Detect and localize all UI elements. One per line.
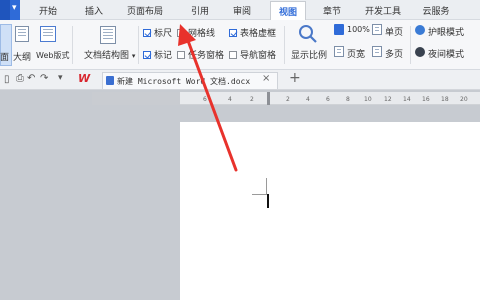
new-tab-plus-icon[interactable]: + xyxy=(289,70,301,86)
close-icon[interactable]: × xyxy=(262,73,270,84)
web-layout-icon xyxy=(40,26,56,42)
ruler-number: 16 xyxy=(422,96,430,103)
ribbon-divider xyxy=(138,26,139,64)
tab-developer[interactable]: 开发工具 xyxy=(362,4,404,18)
zoom-button[interactable]: 显示比例 xyxy=(291,48,327,61)
outline-icon xyxy=(15,26,29,42)
ribbon-divider xyxy=(284,26,285,64)
ruler-number: 18 xyxy=(441,96,449,103)
annotation-arrow xyxy=(178,24,238,172)
tab-insert[interactable]: 插入 xyxy=(82,4,106,18)
app-logo xyxy=(0,0,10,20)
document-map-button[interactable]: 文档结构图 ▾ xyxy=(84,48,135,61)
page-width-icon xyxy=(334,46,344,57)
page-width-button[interactable]: 页宽 xyxy=(347,47,365,60)
multi-page-button[interactable]: 多页 xyxy=(385,47,403,60)
tab-cloud[interactable]: 云服务 xyxy=(418,4,454,18)
multi-page-icon xyxy=(372,46,382,57)
ruler-number: 8 xyxy=(346,96,350,103)
margin-corner-mark xyxy=(266,178,267,194)
outline-button[interactable]: 大纲 xyxy=(13,50,31,63)
view-mode-label-page: 面 xyxy=(0,53,10,63)
ribbon-divider xyxy=(72,26,73,64)
tab-section[interactable]: 章节 xyxy=(320,4,344,18)
night-mode-icon xyxy=(415,47,425,57)
menu-bar: ▾ 开始 插入 页面布局 引用 审阅 视图 章节 开发工具 云服务 xyxy=(0,0,480,20)
eye-mode-button[interactable]: 护眼模式 xyxy=(428,25,464,38)
ruler-number: 10 xyxy=(364,96,372,103)
tab-review[interactable]: 审阅 xyxy=(230,4,254,18)
wps-logo-icon: W xyxy=(78,72,91,85)
undo-icon[interactable]: ↶ xyxy=(27,73,35,84)
checkbox-checked xyxy=(143,29,151,37)
tab-view[interactable]: 视图 xyxy=(270,1,306,20)
ruler-number: 20 xyxy=(460,96,468,103)
redo-icon[interactable]: ↷ xyxy=(40,73,48,84)
tab-page-layout[interactable]: 页面布局 xyxy=(124,4,166,18)
new-document-icon[interactable]: ▯ xyxy=(4,74,10,85)
word-doc-icon xyxy=(106,76,114,85)
chevron-down-icon[interactable]: ▾ xyxy=(58,73,63,83)
ruler-number: 2 xyxy=(286,96,290,103)
checkbox-checked xyxy=(143,51,151,59)
margin-corner-mark xyxy=(252,194,267,195)
chevron-down-icon: ▾ xyxy=(131,52,136,60)
ruler-number: 2 xyxy=(250,96,254,103)
ruler-checkbox[interactable]: 标尺 xyxy=(143,26,172,39)
ribbon-divider xyxy=(410,26,411,64)
marks-checkbox[interactable]: 标记 xyxy=(143,48,172,61)
zoom-100-button[interactable]: 100% xyxy=(347,25,370,34)
web-layout-button[interactable]: Web版式 xyxy=(36,50,69,61)
tab-references[interactable]: 引用 xyxy=(188,4,212,18)
ruler-number: 14 xyxy=(403,96,411,103)
night-mode-button[interactable]: 夜间模式 xyxy=(428,47,464,60)
print-icon[interactable]: ⎙ xyxy=(16,73,24,84)
document-map-icon xyxy=(100,26,116,44)
indent-marker[interactable] xyxy=(267,92,270,105)
single-page-button[interactable]: 单页 xyxy=(385,25,403,38)
ruler-number: 6 xyxy=(326,96,330,103)
ruler-number: 12 xyxy=(384,96,392,103)
tab-home[interactable]: 开始 xyxy=(36,4,60,18)
ruler-number: 4 xyxy=(306,96,310,103)
zoom-100-icon xyxy=(334,24,344,35)
magnifier-icon xyxy=(299,25,317,43)
single-page-icon xyxy=(372,24,382,35)
ruler-margin-left xyxy=(92,92,180,105)
eye-mode-icon xyxy=(415,25,425,35)
chevron-down-icon: ▾ xyxy=(12,3,17,13)
text-cursor xyxy=(267,194,269,208)
